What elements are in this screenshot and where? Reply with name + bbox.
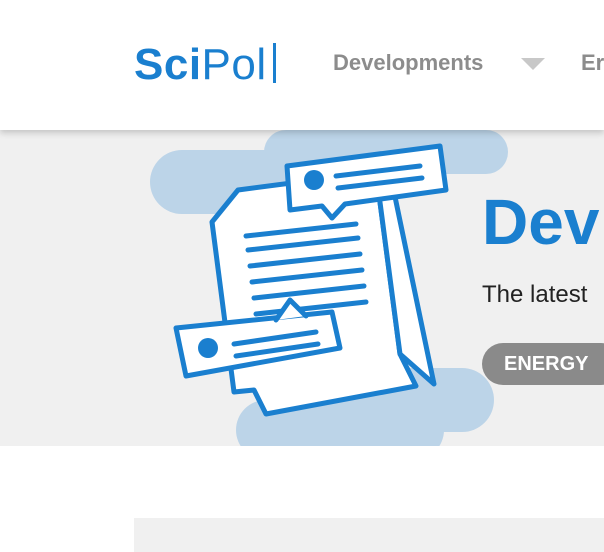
content-card: [134, 518, 604, 552]
hero-subtitle: The latest: [482, 281, 588, 308]
hero-title: Dev: [482, 186, 600, 258]
scipol-logo[interactable]: SciPol: [134, 40, 276, 90]
logo-bar: [272, 43, 276, 83]
nav-developments[interactable]: Developments: [333, 50, 483, 76]
logo-pol: Pol: [201, 40, 267, 89]
hero-banner: Dev The latest ENERGY: [0, 130, 604, 446]
chevron-down-icon[interactable]: [521, 58, 545, 70]
document-with-comments-icon: [150, 130, 508, 446]
logo-sci: Sci: [134, 40, 202, 89]
nav-energy[interactable]: Er: [581, 50, 604, 76]
site-header: SciPol Developments Er: [0, 0, 604, 130]
energy-tag[interactable]: ENERGY: [482, 343, 604, 385]
